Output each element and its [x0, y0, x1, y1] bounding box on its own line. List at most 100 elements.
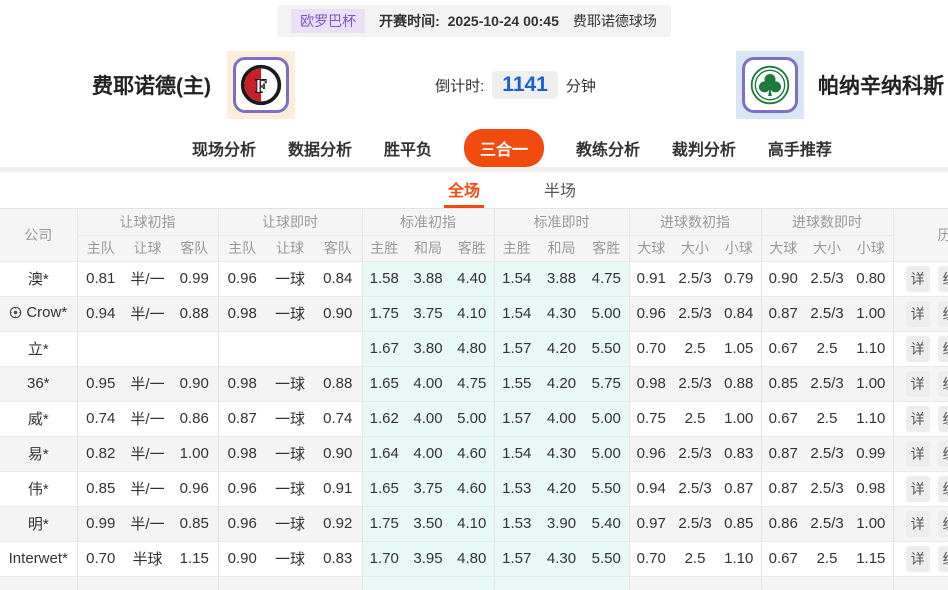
company-name[interactable]: 易*: [0, 436, 77, 471]
odds-value: 0.83: [314, 541, 362, 576]
odds-value: 0.67: [761, 331, 805, 366]
company-name[interactable]: 立*: [0, 331, 77, 366]
detail-button[interactable]: 详: [906, 301, 930, 327]
odds-value: 0.85: [77, 471, 124, 506]
home-team-logo: F: [227, 51, 295, 119]
odds-row: 立*1.673.804.801.574.205.500.702.51.050.6…: [0, 331, 948, 366]
odds-value: [761, 576, 805, 590]
tab-win-draw-lose[interactable]: 胜平负: [384, 136, 432, 160]
odds-value: 1.65: [362, 366, 406, 401]
svg-text:F: F: [255, 75, 267, 97]
detail-button[interactable]: 详: [906, 546, 930, 572]
odds-value: 1.10: [717, 541, 761, 576]
company-name[interactable]: 威*: [0, 401, 77, 436]
odds-value: [717, 576, 761, 590]
odds-value: 3.88: [406, 261, 450, 296]
odds-value: 2.5/3: [805, 366, 849, 401]
subcol-line: 大小: [805, 235, 849, 261]
odds-value: [849, 576, 893, 590]
col-company-header: 公司: [0, 209, 77, 261]
odds-value: 0.99: [77, 506, 124, 541]
countdown-label: 倒计时:: [435, 75, 484, 96]
odds-row-partial: [0, 576, 948, 590]
odds-value: 3.75: [406, 471, 450, 506]
subcol-line: 大小: [673, 235, 717, 261]
group-standard-live: 标准即时: [494, 209, 629, 235]
detail-button[interactable]: 详: [906, 406, 930, 432]
row-actions: [893, 576, 948, 590]
odds-value: 4.75: [584, 261, 629, 296]
detail-button[interactable]: 详: [906, 266, 930, 292]
odds-value: 0.98: [629, 366, 673, 401]
odds-value: 4.20: [539, 331, 584, 366]
odds-value: 1.70: [362, 541, 406, 576]
company-name[interactable]: 明*: [0, 506, 77, 541]
odds-value: 半/一: [124, 471, 171, 506]
league-badge[interactable]: 欧罗巴杯: [291, 9, 365, 33]
odds-value: 0.85: [761, 366, 805, 401]
odds-value: 0.83: [717, 436, 761, 471]
subcol-draw: 和局: [539, 235, 584, 261]
stats-button[interactable]: 统: [938, 301, 948, 327]
subcol-over: 大球: [761, 235, 805, 261]
stats-button[interactable]: 统: [938, 266, 948, 292]
detail-button[interactable]: 详: [906, 476, 930, 502]
odds-value: 2.5: [805, 401, 849, 436]
odds-value: [218, 576, 266, 590]
odds-value: 0.87: [761, 436, 805, 471]
company-name[interactable]: 36*: [0, 366, 77, 401]
odds-value: 0.96: [218, 471, 266, 506]
tab-three-in-one[interactable]: 三合一: [464, 129, 544, 167]
detail-button[interactable]: 详: [906, 336, 930, 362]
stats-button[interactable]: 统: [938, 336, 948, 362]
odds-value: 1.54: [494, 261, 539, 296]
tab-expert-picks[interactable]: 高手推荐: [768, 136, 832, 160]
subcol-home: 主队: [218, 235, 266, 261]
odds-value: 0.74: [77, 401, 124, 436]
odds-value: 0.90: [761, 261, 805, 296]
tab-coach-analysis[interactable]: 教练分析: [576, 136, 640, 160]
stats-button[interactable]: 统: [938, 441, 948, 467]
odds-value: 0.98: [218, 366, 266, 401]
detail-button[interactable]: 详: [906, 441, 930, 467]
detail-button[interactable]: 详: [906, 371, 930, 397]
stats-button[interactable]: 统: [938, 406, 948, 432]
tab-referee-analysis[interactable]: 裁判分析: [672, 136, 736, 160]
stats-button[interactable]: 统: [938, 371, 948, 397]
detail-button[interactable]: 详: [906, 511, 930, 537]
venue-label: 费耶诺德球场: [573, 11, 657, 31]
company-name[interactable]: 伟*: [0, 471, 77, 506]
group-handicap-initial: 让球初指: [77, 209, 218, 235]
tab-data-analysis[interactable]: 数据分析: [288, 136, 352, 160]
tab-full-match[interactable]: 全场: [444, 172, 484, 208]
stats-button[interactable]: 统: [938, 476, 948, 502]
company-name[interactable]: 澳*: [0, 261, 77, 296]
odds-value: 0.87: [218, 401, 266, 436]
odds-value: 2.5/3: [805, 296, 849, 331]
tab-live-analysis[interactable]: 现场分析: [192, 136, 256, 160]
stats-button[interactable]: 统: [938, 511, 948, 537]
row-actions: 详统: [893, 366, 948, 401]
odds-value: 5.00: [584, 401, 629, 436]
stats-button[interactable]: 统: [938, 546, 948, 572]
odds-value: 3.75: [406, 296, 450, 331]
subcol-draw: 和局: [406, 235, 450, 261]
kickoff-time: 开赛时间: 2025-10-24 00:45: [379, 11, 559, 31]
odds-table-header: 公司 让球初指 让球即时 标准初指 标准即时 进球数初指 进球数即时 历 主队 …: [0, 209, 948, 261]
odds-value: 0.98: [218, 296, 266, 331]
odds-value: 0.80: [849, 261, 893, 296]
company-name[interactable]: Interwet*: [0, 541, 77, 576]
company-name[interactable]: Crow*: [0, 296, 77, 331]
row-actions: 详统: [893, 296, 948, 331]
odds-value: 5.00: [584, 436, 629, 471]
tab-half-match[interactable]: 半场: [540, 172, 580, 208]
odds-value: [673, 576, 717, 590]
odds-value: 5.00: [584, 296, 629, 331]
odds-value: 2.5: [805, 541, 849, 576]
odds-value: 0.90: [314, 296, 362, 331]
odds-value: 0.75: [629, 401, 673, 436]
odds-value: 一球: [266, 401, 314, 436]
odds-value: 2.5/3: [805, 506, 849, 541]
odds-value: 4.00: [406, 436, 450, 471]
odds-value: 4.60: [450, 436, 494, 471]
